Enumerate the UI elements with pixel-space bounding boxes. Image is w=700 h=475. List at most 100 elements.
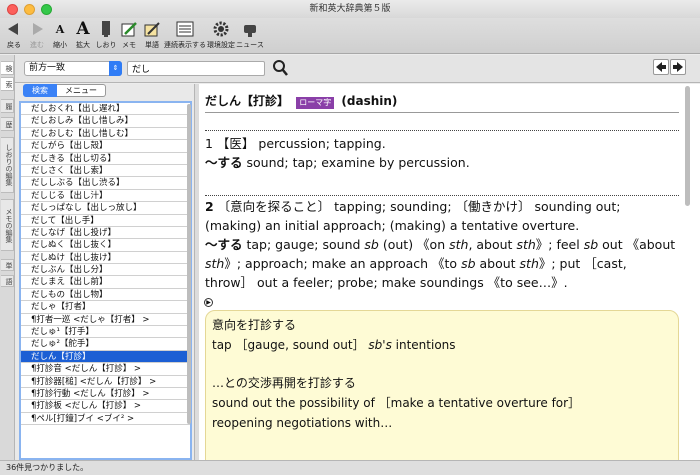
entry-scrollbar[interactable] (683, 86, 693, 458)
magnifier-icon[interactable] (272, 59, 288, 77)
entry-view: だしん【打診】 ローマ字 (dashin) 1 【医】 percussion; … (199, 84, 700, 460)
example-ja-1: 意向を打診する (212, 318, 297, 332)
result-list-item[interactable]: だしん【打診】 (21, 350, 190, 364)
settings-button[interactable]: 環境設定 (207, 18, 235, 50)
large-a-icon: A (76, 19, 90, 39)
forward-arrow-icon (29, 18, 45, 40)
sense-1: 1 【医】 percussion; tapping. ～する sound; ta… (205, 134, 677, 172)
search-input[interactable] (127, 61, 265, 76)
tab-menu[interactable]: メニュー (57, 84, 106, 97)
result-list-item[interactable]: だしおしみ【出し惜しみ】 (21, 115, 190, 128)
sense-divider-1 (205, 130, 679, 131)
enlarge-font-button[interactable]: A 拡大 (72, 18, 94, 50)
result-list-item[interactable]: だしぬく【出し抜く】 (21, 239, 190, 252)
result-list-item[interactable]: だしぬけ【出し抜け】 (21, 252, 190, 265)
back-button[interactable]: 戻る (3, 18, 25, 50)
tab-search[interactable]: 検索 (23, 84, 57, 97)
result-list-item[interactable]: だしさく【出し索】 (21, 165, 190, 178)
match-mode-value: 前方一致 (29, 63, 66, 73)
shrink-font-button[interactable]: A 縮小 (49, 18, 71, 50)
result-list-item[interactable]: ¶打診器[槌] <だしん【打診】 > (21, 376, 190, 388)
continuous-display-label: 連続表示する (164, 41, 206, 49)
memo-button[interactable]: メモ (118, 18, 140, 50)
zoom-window-button[interactable] (41, 4, 52, 15)
bookmark-label: しおり (95, 41, 117, 49)
vertical-tab-strip: 検 索 履 歴 しおりの編集 メモの編集 単 語 (0, 55, 15, 460)
result-list-item[interactable]: だしゅ²【舵手】 (21, 338, 190, 351)
result-list-item[interactable]: だしまえ【出し前】 (21, 276, 190, 289)
window-controls (7, 4, 52, 15)
results-list: だしおくれ【出し遅れ】 だしおしみ【出し惜しみ】 だしおしむ【出し惜しむ】 だしがら【… (19, 101, 192, 460)
sidetab-history-2[interactable]: 歴 (1, 117, 14, 131)
result-list-item[interactable]: だしゃ【打者】 (21, 301, 190, 314)
sense-1-definition: 1 【医】 percussion; tapping. (205, 136, 386, 151)
example-en-2a: sound out the possibility of ［make a ten… (212, 396, 581, 410)
result-list-item[interactable]: ¶打者一巡 <だしゃ【打者】 > (21, 314, 190, 327)
result-list-item[interactable]: ¶打診板 <だしん【打診】 > (21, 400, 190, 413)
wordbook-icon (143, 18, 161, 40)
examples-box: 意向を打診する tap ［gauge, sound out］ sb's inte… (205, 310, 679, 460)
result-list-item[interactable]: だしゅ¹【打手】 (21, 326, 190, 339)
sense-1-verb-marker: ～する (205, 155, 243, 170)
headword-divider (205, 112, 679, 113)
continuous-display-icon (175, 18, 195, 40)
entry-scroll-thumb[interactable] (685, 86, 690, 206)
sense-1-verb-text: sound; tap; examine by percussion. (242, 155, 470, 170)
sense-1-verb: ～する sound; tap; examine by percussion. (205, 153, 677, 172)
continuous-display-button[interactable]: 連続表示する (164, 18, 206, 50)
example-ja-2: …との交渉再開を打診する (212, 376, 356, 390)
results-scrollbar[interactable] (187, 104, 191, 424)
entry-romaji: (dashin) (341, 94, 398, 108)
example-en-1: tap ［gauge, sound out］ sb's intentions (212, 338, 456, 352)
content-back-button[interactable] (653, 59, 669, 75)
left-arrow-icon (656, 62, 666, 72)
result-list-item[interactable]: だしきる【出し切る】 (21, 153, 190, 165)
result-list-item[interactable]: ¶打診音 <だしん【打診】 > (21, 363, 190, 376)
enlarge-label: 拡大 (76, 41, 90, 49)
sidetab-word-2[interactable]: 語 (1, 275, 14, 287)
sidetab-word-1[interactable]: 単 (1, 259, 14, 271)
result-list-item[interactable]: だしおしむ【出し惜しむ】 (21, 128, 190, 141)
close-window-button[interactable] (7, 4, 18, 15)
title-bar: 新和英大辞典第５版 (0, 0, 700, 18)
right-arrow-icon (673, 62, 683, 72)
forward-button[interactable]: 進む (26, 18, 48, 50)
bookmark-button[interactable]: しおり (95, 18, 117, 50)
result-list-item[interactable]: だしぶん【出し分】 (21, 264, 190, 277)
result-list-item[interactable]: ¶ペル[打鐘]ブイ <ブイ² > (21, 413, 190, 426)
result-list-item[interactable]: ¶打診行動 <だしん【打診】 > (21, 388, 190, 401)
sidetab-search-2[interactable]: 索 (1, 77, 14, 91)
settings-label: 環境設定 (207, 41, 235, 49)
entry-headword-line: だしん【打診】 ローマ字 (dashin) (205, 92, 397, 109)
result-list-item[interactable]: だしがら【出し殻】 (21, 140, 190, 153)
result-list-item[interactable]: だしじる【出し汁】 (21, 190, 190, 203)
status-text: 36件見つかりました。 (6, 463, 89, 472)
result-list-item[interactable]: だししぶる【出し渋る】 (21, 177, 190, 190)
content-forward-button[interactable] (670, 59, 686, 75)
result-list-item[interactable]: だしもの【出し物】 (21, 289, 190, 302)
result-list-item[interactable]: だしっぱなし【出しっ放し】 (21, 202, 190, 215)
example-en-2b: reopening negotiations with… (212, 416, 393, 430)
left-pane-tabs: 検索 メニュー (23, 84, 106, 97)
shrink-label: 縮小 (53, 41, 67, 49)
result-list-item[interactable]: だしおくれ【出し遅れ】 (21, 103, 190, 116)
bookmark-icon (99, 18, 113, 40)
results-pane: 検索 メニュー だしおくれ【出し遅れ】 だしおしみ【出し惜しみ】 だしおしむ【出し惜… (15, 84, 195, 460)
result-list-item[interactable]: だしなげ【出し投げ】 (21, 227, 190, 240)
sidetab-history-1[interactable]: 履 (1, 99, 14, 113)
result-list-item[interactable]: だして【出し手】 (21, 215, 190, 227)
news-icon (241, 18, 259, 40)
entry-headword: だしん【打診】 (205, 94, 290, 108)
search-bar: 前方一致 ⇕ (15, 55, 700, 83)
sense-2: 2 〔意向を探ること〕 tapping; sounding; 〔働きかけ〕 so… (205, 199, 676, 290)
romaji-badge: ローマ字 (296, 97, 335, 109)
back-arrow-icon (6, 18, 22, 40)
sidetab-bookmark-edit[interactable]: しおりの編集 (1, 137, 14, 193)
sidetab-memo-edit[interactable]: メモの編集 (1, 199, 14, 251)
minimize-window-button[interactable] (24, 4, 35, 15)
sidetab-search-1[interactable]: 検 (1, 61, 14, 75)
wordbook-button[interactable]: 単語 (141, 18, 163, 50)
match-mode-select[interactable]: 前方一致 ⇕ (24, 61, 122, 76)
example-marker-icon: ▶ (204, 298, 213, 307)
news-button[interactable]: ニュース (236, 18, 264, 50)
